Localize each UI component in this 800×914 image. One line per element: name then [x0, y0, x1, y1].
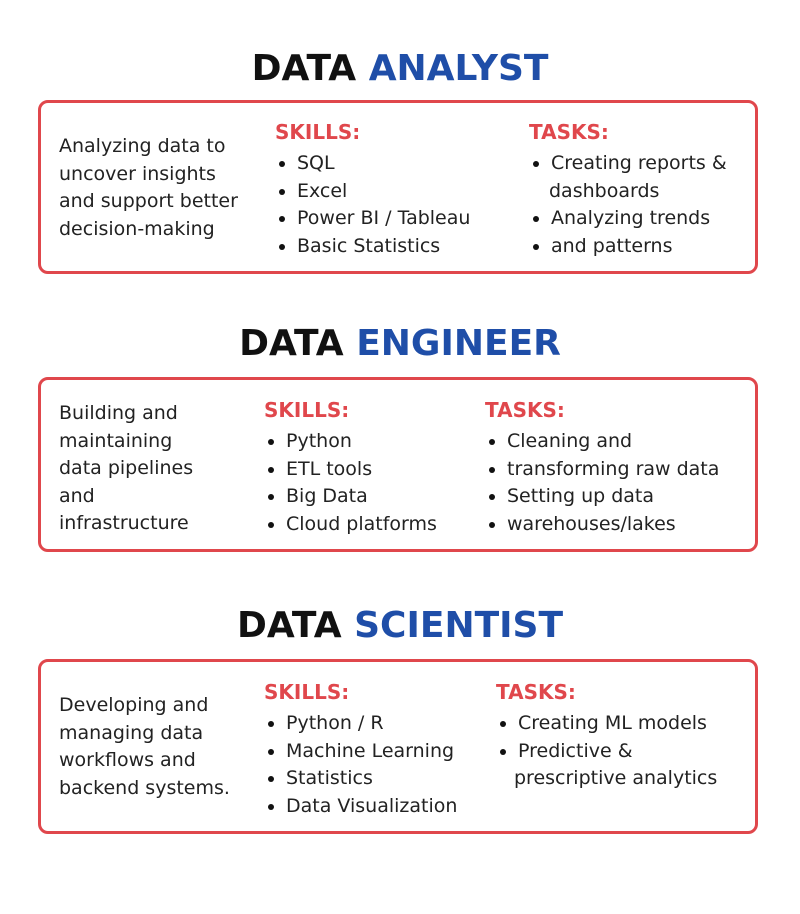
title-word-data: DATA [236, 605, 342, 646]
skills-list: Python / R Machine Learning Statistics D… [264, 710, 489, 820]
list-item: warehouses/lakes [485, 511, 755, 539]
role-description: Developing and managing data workflows a… [59, 692, 264, 802]
description-line: backend systems. [59, 776, 230, 799]
description-line: and [59, 484, 95, 507]
bullet-icon [489, 521, 495, 528]
skills-heading: SKILLS: [264, 398, 350, 422]
section-title-scientist: DATA SCIENTIST [0, 606, 800, 646]
description-line: decision-making [59, 217, 215, 240]
list-item: ETL tools [264, 456, 479, 484]
section-title-analyst: DATA ANALYST [0, 49, 800, 89]
description-line: infrastructure [59, 512, 189, 534]
list-item: Python [264, 428, 479, 456]
bullet-icon [279, 243, 285, 250]
skills-list: SQL Excel Power BI / Tableau Basic Stati… [275, 150, 515, 260]
bullet-icon [268, 776, 274, 782]
description-line: managing data [59, 721, 204, 744]
list-item: and patterns [529, 233, 754, 261]
list-item: Cloud platforms [264, 511, 479, 539]
bullet-icon [489, 466, 495, 473]
role-description: Analyzing data to uncover insights and s… [59, 133, 259, 243]
list-item: Setting up data [485, 483, 755, 511]
description-line: data pipelines [59, 457, 194, 479]
list-item: Machine Learning [264, 738, 489, 766]
role-card-engineer: Building and maintaining data pipelines … [38, 377, 758, 552]
description-line: and support better [59, 190, 238, 212]
list-item: Creating reports & [529, 150, 754, 178]
tasks-heading: TASKS: [496, 680, 576, 704]
list-item-continued: dashboards [549, 179, 660, 202]
bullet-icon [268, 494, 274, 500]
title-word-data: DATA [239, 323, 344, 364]
skills-column: SKILLS: SQL Excel Power BI / Tableau Bas… [275, 120, 515, 260]
skills-column: SKILLS: Python ETL tools Big Data Cloud … [264, 398, 479, 538]
title-word-role: SCIENTIST [354, 605, 564, 646]
list-item: Cleaning and [485, 428, 755, 456]
tasks-heading: TASKS: [529, 120, 609, 144]
bullet-icon [533, 216, 539, 222]
list-item: Predictive & [496, 738, 758, 766]
title-word-role: ENGINEER [356, 323, 561, 364]
description-line: uncover insights [59, 162, 216, 185]
title-word-data: DATA [251, 48, 357, 89]
description-line: maintaining [59, 429, 173, 452]
list-item: transforming raw data [485, 456, 755, 484]
bullet-icon [268, 466, 274, 473]
bullet-icon [500, 748, 506, 755]
list-item: Excel [275, 178, 515, 206]
bullet-icon [268, 439, 274, 445]
bullet-icon [533, 243, 539, 250]
title-word-role: ANALYST [368, 48, 549, 89]
bullet-icon [279, 161, 285, 167]
list-item: Statistics [264, 765, 489, 793]
role-card-analyst: Analyzing data to uncover insights and s… [38, 100, 758, 274]
section-title-engineer: DATA ENGINEER [0, 324, 800, 364]
list-item: Data Visualization [264, 793, 489, 821]
tasks-column: TASKS: Creating ML models Predictive & p… [496, 680, 758, 793]
list-item: SQL [275, 150, 515, 178]
bullet-icon [489, 494, 495, 500]
bullet-icon [268, 721, 274, 727]
description-line: Developing and [59, 694, 209, 716]
role-description: Building and maintaining data pipelines … [59, 400, 259, 538]
list-item-continued: prescriptive analytics [514, 767, 718, 789]
bullet-icon [268, 748, 274, 755]
description-line: Analyzing data to [59, 135, 226, 157]
list-item: Creating ML models [496, 710, 758, 738]
tasks-list: Cleaning and transforming raw data Setti… [485, 428, 755, 538]
list-item: Big Data [264, 483, 479, 511]
description-line: workflows and [59, 749, 196, 771]
bullet-icon [268, 521, 274, 528]
bullet-icon [279, 216, 285, 222]
tasks-list: Creating ML models Predictive & prescrip… [496, 710, 758, 793]
skills-list: Python ETL tools Big Data Cloud platform… [264, 428, 479, 538]
list-item: Power BI / Tableau [275, 205, 515, 233]
skills-column: SKILLS: Python / R Machine Learning Stat… [264, 680, 489, 820]
skills-heading: SKILLS: [275, 120, 361, 144]
tasks-column: TASKS: Creating reports & dashboards Ana… [529, 120, 754, 260]
tasks-list: Creating reports & dashboards Analyzing … [529, 150, 754, 260]
list-item: Basic Statistics [275, 233, 515, 261]
bullet-icon [500, 721, 506, 727]
tasks-column: TASKS: Cleaning and transforming raw dat… [485, 398, 755, 538]
bullet-icon [279, 188, 285, 195]
description-line: Building and [59, 402, 178, 424]
bullet-icon [489, 439, 495, 445]
list-item: Analyzing trends [529, 205, 754, 233]
bullet-icon [268, 803, 274, 810]
tasks-heading: TASKS: [485, 398, 565, 422]
list-item: Python / R [264, 710, 489, 738]
role-card-scientist: Developing and managing data workflows a… [38, 659, 758, 834]
bullet-icon [533, 161, 539, 167]
skills-heading: SKILLS: [264, 680, 350, 704]
